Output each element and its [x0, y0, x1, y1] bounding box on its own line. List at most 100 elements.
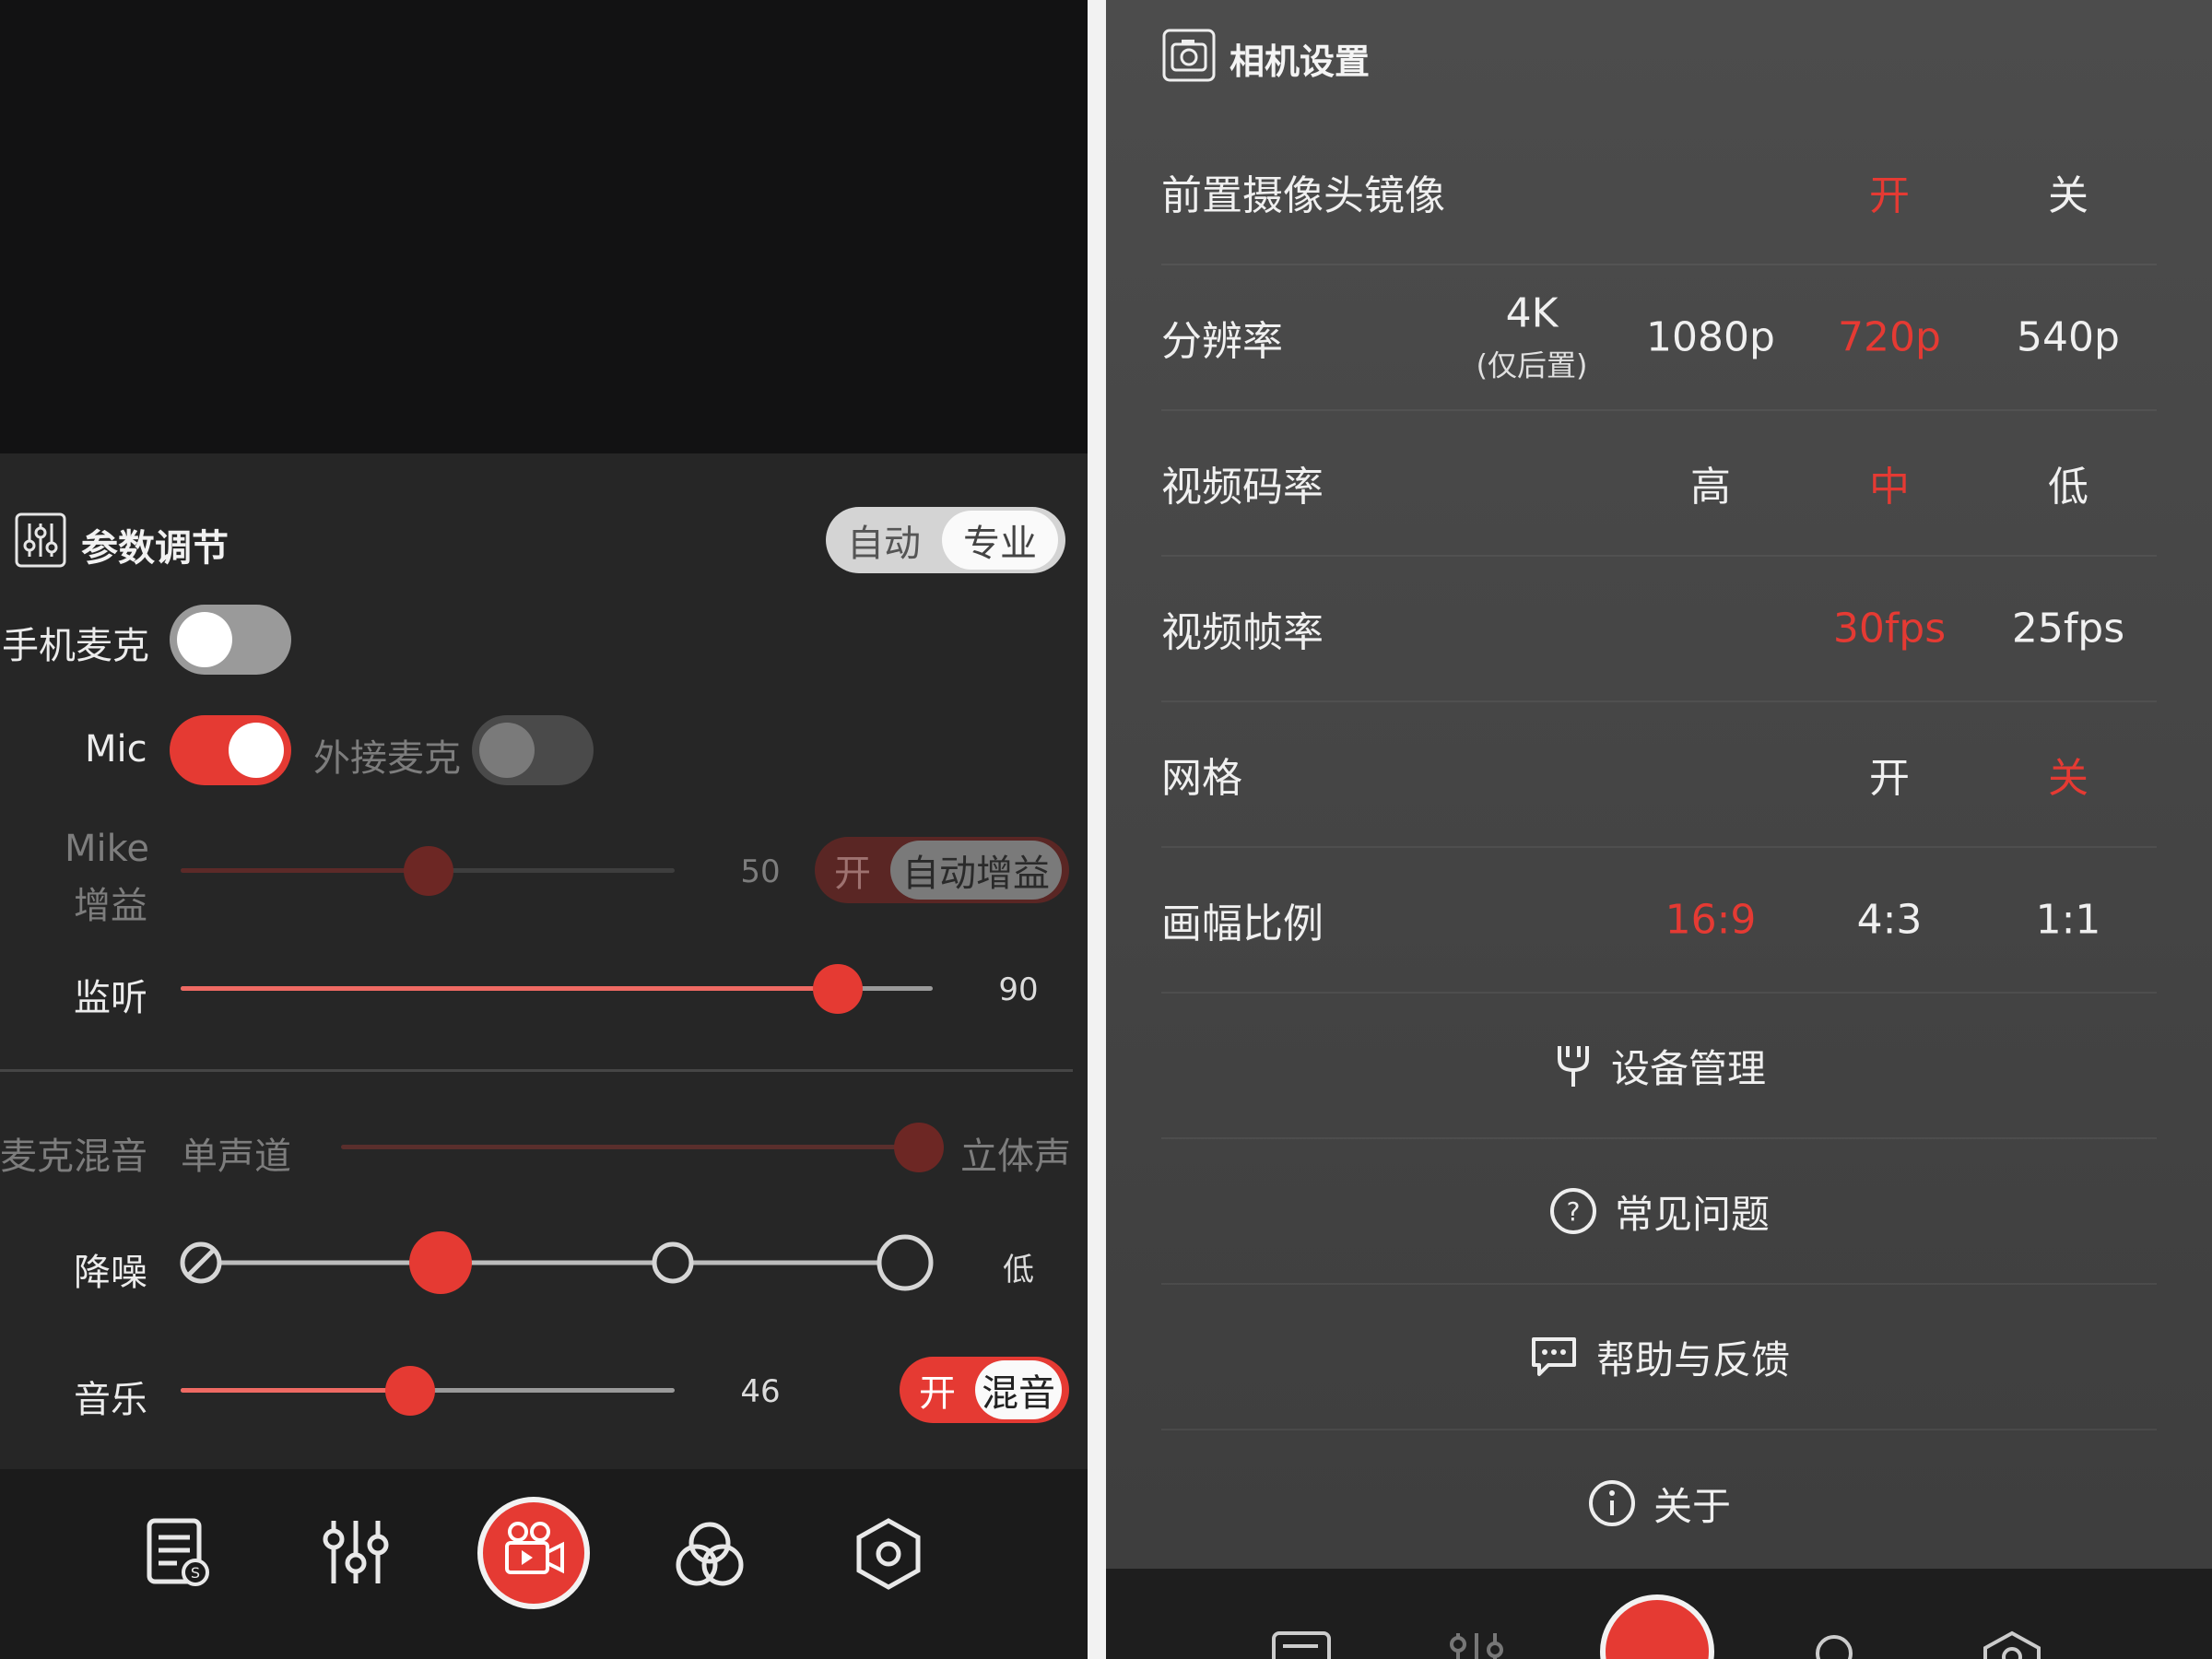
music-thumb[interactable]	[385, 1366, 435, 1416]
phone-mic-label: 手机麦克	[2, 625, 149, 667]
toggle-knob	[479, 723, 535, 778]
settings-title: 相机设置	[1230, 41, 1371, 82]
faq-item[interactable]: ? 常见问题	[1161, 1139, 2157, 1285]
settings-icon[interactable]	[850, 1515, 927, 1593]
mike-gain-on-option[interactable]: 开	[815, 837, 890, 903]
framerate-row: 视频帧率 30fps 25fps	[1161, 557, 2157, 702]
mode-auto-option[interactable]: 自动	[826, 507, 942, 573]
bitrate-low-option[interactable]: 低	[2048, 453, 2088, 512]
denoise-stepper[interactable]	[173, 1226, 947, 1300]
mirror-on-option[interactable]: 开	[1869, 162, 1910, 221]
bitrate-high-option[interactable]: 高	[1690, 453, 1731, 512]
help-feedback-item[interactable]: 帮助与反馈	[1161, 1285, 2157, 1430]
bottom-nav: S	[0, 1469, 1088, 1659]
music-mix-option[interactable]: 混音	[975, 1360, 1062, 1419]
device-management-label: 设备管理	[1610, 1045, 1766, 1091]
device-management-item[interactable]: 设备管理	[1161, 994, 2157, 1139]
script-icon[interactable]: S	[144, 1515, 214, 1589]
mike-gain-label-line2: 增益	[74, 885, 147, 927]
resolution-1080p-option[interactable]: 1080p	[1646, 314, 1775, 361]
mirror-row: 前置摄像头镜像 开 关	[1161, 120, 2157, 265]
monitor-thumb[interactable]	[813, 964, 863, 1014]
grid-off-option[interactable]: 关	[2048, 745, 2088, 804]
resolution-4k-text: 4K	[1505, 289, 1559, 337]
camera-preview	[0, 0, 1088, 453]
monitor-value: 90	[998, 971, 1039, 1008]
bottom-nav	[1106, 1569, 2212, 1659]
mike-gain-value: 50	[740, 853, 781, 890]
aspect-row: 画幅比例 16:9 4:3 1:1	[1161, 848, 2157, 994]
panel-title: 参数调节	[81, 527, 229, 570]
mike-gain-switch[interactable]: 开 自动增益	[815, 837, 1069, 903]
resolution-label: 分辨率	[1161, 318, 1283, 365]
aspect-label: 画幅比例	[1161, 900, 1324, 947]
settings-icon[interactable]	[1980, 1630, 2044, 1659]
phone-mic-toggle[interactable]	[170, 605, 291, 675]
mic-mix-track[interactable]	[341, 1145, 918, 1149]
grid-on-option[interactable]: 开	[1869, 745, 1910, 804]
mike-gain-thumb[interactable]	[404, 846, 453, 896]
mic-mix-mono-label: 单声道	[181, 1135, 291, 1178]
aspect-1-1-option[interactable]: 1:1	[2036, 897, 2101, 944]
svg-text:S: S	[191, 1564, 200, 1582]
mirror-label: 前置摄像头镜像	[1161, 172, 1445, 219]
resolution-720p-option[interactable]: 720p	[1838, 314, 1941, 361]
mic-toggle[interactable]	[170, 715, 291, 785]
script-icon[interactable]	[1270, 1630, 1335, 1659]
mike-gain-label-line1: Mike	[65, 828, 149, 870]
music-on-option[interactable]: 开	[900, 1357, 975, 1423]
denoise-label: 降噪	[74, 1252, 147, 1294]
sliders-icon[interactable]	[319, 1515, 393, 1589]
resolution-540p-option[interactable]: 540p	[2017, 314, 2120, 361]
faq-label: 常见问题	[1614, 1191, 1770, 1237]
camera-settings-panel: 相机设置 前置摄像头镜像 开 关 分辨率 4K (仅后置) 1080p 720p…	[1106, 0, 2212, 1659]
bitrate-mid-option[interactable]: 中	[1869, 453, 1910, 512]
mike-gain-fill	[181, 868, 428, 873]
filter-icon[interactable]	[671, 1515, 748, 1593]
external-mic-toggle[interactable]	[472, 715, 594, 785]
framerate-label: 视频帧率	[1161, 609, 1324, 656]
toggle-knob	[229, 723, 284, 778]
mic-mix-stereo-label: 立体声	[960, 1135, 1071, 1178]
denoise-high-step[interactable]	[877, 1234, 934, 1291]
record-icon[interactable]	[476, 1495, 592, 1611]
question-icon: ?	[1549, 1188, 1596, 1234]
info-icon	[1588, 1480, 1635, 1526]
mirror-off-option[interactable]: 关	[2048, 162, 2088, 221]
toggle-knob	[177, 612, 232, 667]
denoise-mid-step[interactable]	[652, 1241, 694, 1284]
mic-label: Mic	[85, 728, 147, 771]
camera-icon	[1162, 29, 1216, 82]
music-switch[interactable]: 开 混音	[900, 1357, 1069, 1423]
screenshot-divider	[1088, 0, 1106, 1659]
denoise-low-step[interactable]	[409, 1231, 472, 1294]
about-item[interactable]: 关于	[1161, 1430, 2157, 1576]
section-divider	[0, 1069, 1073, 1072]
monitor-fill	[181, 986, 837, 991]
mic-mix-label: 麦克混音	[0, 1135, 147, 1178]
monitor-label: 监听	[74, 977, 147, 1019]
about-label: 关于	[1653, 1483, 1731, 1529]
resolution-4k-note: (仅后置)	[1476, 347, 1588, 383]
denoise-off-step[interactable]	[180, 1241, 222, 1284]
mode-pro-option[interactable]: 专业	[942, 511, 1058, 570]
bitrate-row: 视频码率 高 中 低	[1161, 411, 2157, 557]
aspect-16-9-option[interactable]: 16:9	[1665, 897, 1757, 944]
framerate-30fps-option[interactable]: 30fps	[1833, 606, 1946, 653]
external-mic-label: 外接麦克	[313, 737, 461, 780]
resolution-4k-option[interactable]: 4K (仅后置)	[1477, 290, 1588, 385]
sliders-icon	[15, 512, 66, 568]
sliders-icon[interactable]	[1445, 1630, 1510, 1659]
help-feedback-label: 帮助与反馈	[1595, 1336, 1790, 1382]
mic-mix-thumb[interactable]	[894, 1123, 944, 1172]
record-icon[interactable]	[1600, 1594, 1714, 1659]
mode-segmented-control[interactable]: 自动 专业	[826, 507, 1065, 573]
music-label: 音乐	[74, 1379, 147, 1421]
denoise-value: 低	[1003, 1252, 1034, 1288]
framerate-25fps-option[interactable]: 25fps	[2012, 606, 2124, 653]
feedback-icon	[1531, 1337, 1576, 1376]
wrench-icon	[1557, 1046, 1589, 1087]
mike-gain-auto-option[interactable]: 自动增益	[890, 841, 1062, 900]
aspect-4-3-option[interactable]: 4:3	[1857, 897, 1923, 944]
filter-icon[interactable]	[1806, 1630, 1862, 1659]
